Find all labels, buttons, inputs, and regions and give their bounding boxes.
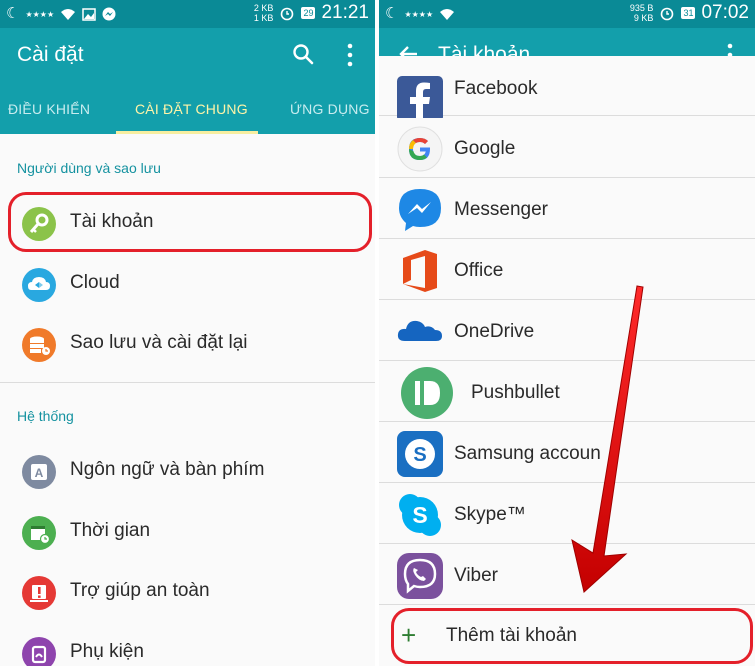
settings-item-label: Phụ kiện <box>70 641 144 662</box>
alarm-icon <box>661 7 674 21</box>
language-icon: A <box>22 455 56 489</box>
samsung-account-icon: S <box>397 431 443 477</box>
speed-up: 935 B <box>629 3 654 13</box>
google-icon <box>397 126 443 172</box>
section-header-system: Hệ thống <box>17 408 74 424</box>
account-item-viber[interactable]: Viber <box>379 545 755 605</box>
messenger-icon <box>399 189 441 231</box>
image-icon <box>82 7 96 21</box>
settings-item-label: Ngôn ngữ và bàn phím <box>70 459 265 480</box>
tab-bar: ĐIỀU KHIỂN CÀI ĐẶT CHUNG ỨNG DỤNG <box>0 84 375 134</box>
alert-icon <box>22 576 56 610</box>
calendar-badge-icon: 31 <box>681 7 696 19</box>
settings-screen: ☾ ★★★★ 2 KB 1 KB 29 21:21 Cài đặt ĐIỀU K… <box>0 0 375 666</box>
active-tab-indicator <box>116 131 258 134</box>
onedrive-icon <box>397 320 442 341</box>
section-header-users-backup: Người dùng và sao lưu <box>17 160 161 176</box>
stars-icon: ★★★★ <box>25 9 55 19</box>
settings-item-safety-assistance[interactable]: Trợ giúp an toàn <box>0 563 375 621</box>
account-label: Viber <box>454 565 499 586</box>
wifi-icon <box>440 8 455 20</box>
settings-item-date-time[interactable]: Thời gian <box>0 503 375 561</box>
speed-up: 2 KB <box>253 3 274 13</box>
account-label: Google <box>454 138 516 159</box>
cloud-icon <box>22 268 56 302</box>
svg-text:A: A <box>35 466 44 480</box>
settings-item-language-keyboard[interactable]: A Ngôn ngữ và bàn phím <box>0 442 375 500</box>
svg-text:S: S <box>413 444 426 466</box>
stars-icon: ★★★★ <box>404 9 434 19</box>
tab-controls[interactable]: ĐIỀU KHIỂN <box>8 101 90 117</box>
account-item-google[interactable]: Google <box>379 118 755 178</box>
account-label: Facebook <box>454 78 538 99</box>
section-divider <box>0 382 375 383</box>
settings-item-label: Trợ giúp an toàn <box>70 580 210 601</box>
settings-item-backup-reset[interactable]: Sao lưu và cài đặt lại <box>0 315 375 373</box>
account-label: Pushbullet <box>471 382 560 403</box>
status-bar: ☾ ★★★★ 2 KB 1 KB 29 21:21 <box>0 0 375 28</box>
account-label: Skype™ <box>454 504 526 525</box>
settings-item-cloud[interactable]: Cloud <box>0 255 375 313</box>
account-item-office[interactable]: Office <box>379 240 755 300</box>
network-speed: 2 KB 1 KB <box>254 3 274 23</box>
network-speed: 935 B 9 KB <box>630 3 654 23</box>
account-item-samsung-account[interactable]: S Samsung accoun <box>379 423 755 483</box>
office-icon <box>403 250 437 292</box>
account-item-facebook[interactable]: Facebook <box>379 56 755 122</box>
pushbullet-icon <box>401 367 453 419</box>
moon-icon: ☾ <box>385 5 399 22</box>
account-label: OneDrive <box>454 321 535 342</box>
search-icon[interactable] <box>291 42 315 66</box>
settings-item-accessories[interactable]: Phụ kiện <box>0 624 375 666</box>
speed-down: 9 KB <box>633 13 654 23</box>
app-bar: Cài đặt <box>0 28 375 84</box>
highlight-box-add-account <box>391 608 753 664</box>
clock: 07:02 <box>701 2 749 23</box>
account-item-messenger[interactable]: Messenger <box>379 179 755 239</box>
account-item-pushbullet[interactable]: Pushbullet <box>379 362 755 422</box>
skype-icon: S <box>399 494 441 536</box>
highlight-box-accounts <box>8 192 372 252</box>
alarm-icon <box>281 7 294 21</box>
account-item-skype[interactable]: S Skype™ <box>379 484 755 544</box>
accessory-icon <box>22 637 56 666</box>
accounts-screen: ☾ ★★★★ 935 B 9 KB 31 07:02 Tài khoản Fac… <box>379 0 755 666</box>
tab-general-settings[interactable]: CÀI ĐẶT CHUNG <box>135 101 248 117</box>
speed-down: 1 KB <box>253 13 274 23</box>
account-label: Office <box>454 260 504 281</box>
settings-item-label: Sao lưu và cài đặt lại <box>70 332 248 353</box>
settings-item-label: Thời gian <box>70 520 151 541</box>
backup-icon <box>22 328 56 362</box>
calendar-badge-icon: 29 <box>301 7 316 19</box>
svg-text:S: S <box>412 502 427 528</box>
messenger-status-icon <box>102 7 116 21</box>
clock: 21:21 <box>321 2 369 23</box>
status-bar: ☾ ★★★★ 935 B 9 KB 31 07:02 <box>379 0 755 28</box>
settings-item-label: Cloud <box>70 272 120 293</box>
more-options-icon[interactable] <box>345 42 355 68</box>
facebook-icon <box>397 76 443 122</box>
account-label: Samsung accoun <box>454 443 601 464</box>
tab-applications[interactable]: ỨNG DỤNG <box>290 101 370 117</box>
wifi-icon <box>61 8 76 20</box>
moon-icon: ☾ <box>6 5 20 22</box>
account-item-onedrive[interactable]: OneDrive <box>379 301 755 361</box>
calendar-icon <box>22 516 56 550</box>
viber-icon <box>397 553 443 599</box>
page-title: Cài đặt <box>17 43 84 66</box>
account-label: Messenger <box>454 199 548 220</box>
